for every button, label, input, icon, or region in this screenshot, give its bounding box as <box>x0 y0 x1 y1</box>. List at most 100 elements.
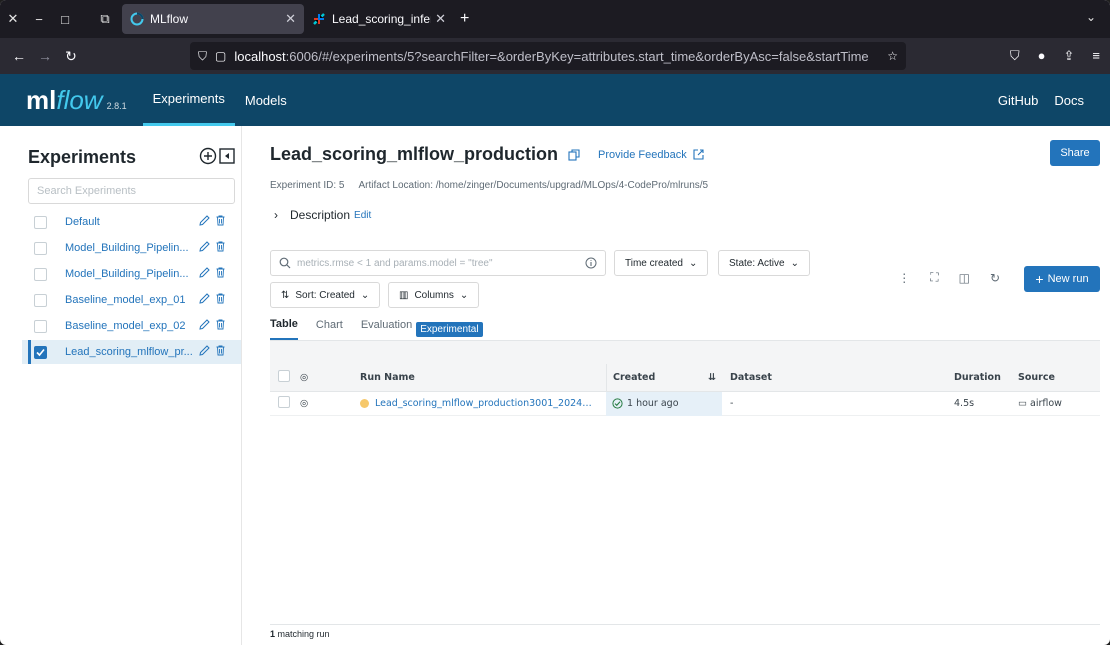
experiment-item-selected[interactable]: Lead_scoring_mlflow_pr... <box>22 340 241 364</box>
fullscreen-icon[interactable]: ⛶ <box>930 270 938 285</box>
tab-mlflow[interactable]: MLflow ✕ <box>122 4 304 34</box>
experiment-checkbox[interactable] <box>34 319 47 333</box>
experiment-checkbox-checked[interactable] <box>34 345 47 359</box>
select-all-checkbox[interactable] <box>278 370 290 382</box>
new-tab-icon[interactable]: + <box>460 10 469 28</box>
state-dropdown[interactable]: State: Active ⌄ <box>718 250 810 276</box>
share-page-icon[interactable]: ⇪ <box>1064 48 1075 64</box>
row-checkbox[interactable] <box>278 396 290 408</box>
col-source[interactable]: Source <box>1018 372 1100 383</box>
experiment-name[interactable]: Lead_scoring_mlflow_pr... <box>65 346 199 358</box>
experiment-name[interactable]: Model_Building_Pipelin... <box>65 268 199 280</box>
edit-pencil-icon[interactable] <box>199 319 210 333</box>
edit-pencil-icon[interactable] <box>199 267 210 281</box>
edit-description-link[interactable]: Edit <box>354 210 371 221</box>
delete-trash-icon[interactable] <box>216 293 225 307</box>
tab-table[interactable]: Table <box>270 318 298 340</box>
info-icon <box>585 257 597 269</box>
close-tab-icon[interactable]: ✕ <box>435 11 446 27</box>
experiment-checkbox[interactable] <box>34 215 47 229</box>
col-created[interactable]: Created ⇊ <box>606 363 722 392</box>
edit-pencil-icon[interactable] <box>199 293 210 307</box>
url-text[interactable]: localhost:6006/#/experiments/5?searchFil… <box>234 49 881 64</box>
tab-lead-scoring-inference[interactable]: Lead_scoring_inference ✕ <box>304 4 454 34</box>
forward-icon[interactable]: → <box>32 48 58 64</box>
experiment-checkbox[interactable] <box>34 241 47 255</box>
table-row[interactable]: ◎ Lead_scoring_mlflow_production3001_202… <box>270 391 1100 416</box>
description-toggle[interactable]: › Description Edit <box>274 208 371 222</box>
shield-icon[interactable]: ⛉ <box>198 49 207 64</box>
experiment-item[interactable]: Default <box>22 210 241 234</box>
maximize-window-icon[interactable]: □ <box>52 12 78 27</box>
sort-desc-icon[interactable]: ⇊ <box>708 372 716 383</box>
experiment-name[interactable]: Model_Building_Pipelin... <box>65 242 199 254</box>
edit-pencil-icon[interactable] <box>199 241 210 255</box>
experiment-item[interactable]: Model_Building_Pipelin... <box>22 236 241 260</box>
tab-evaluation[interactable]: Evaluation <box>361 319 412 339</box>
minimize-window-icon[interactable]: − <box>26 12 52 27</box>
share-button[interactable]: Share <box>1050 140 1100 166</box>
nav-experiments[interactable]: Experiments <box>142 74 235 126</box>
toggle-panel-icon[interactable]: ◫ <box>959 271 970 285</box>
more-options-icon[interactable]: ⋮ <box>898 271 910 285</box>
sort-dropdown[interactable]: ⇅ Sort: Created ⌄ <box>270 282 381 308</box>
experiment-name[interactable]: Baseline_model_exp_02 <box>65 320 199 332</box>
col-duration[interactable]: Duration <box>954 372 1018 383</box>
experiment-item[interactable]: Baseline_model_exp_01 <box>22 288 241 312</box>
edit-pencil-icon[interactable] <box>199 215 210 229</box>
browser-window: ✕ − □ ⧉ MLflow ✕ Lead_scoring_inference … <box>0 0 1110 645</box>
experiment-item[interactable]: Model_Building_Pipelin... <box>22 262 241 286</box>
eye-icon[interactable]: ◎ <box>300 398 360 409</box>
copy-icon[interactable] <box>568 148 580 161</box>
nav-docs[interactable]: Docs <box>1046 74 1092 126</box>
chevron-down-icon: ⌄ <box>688 257 698 269</box>
run-name-text: Lead_scoring_mlflow_production3001_2024_… <box>375 398 596 409</box>
delete-trash-icon[interactable] <box>216 319 225 333</box>
grid-group-header <box>270 340 1100 364</box>
bookmark-star-icon[interactable]: ☆ <box>887 49 898 63</box>
chevron-right-icon[interactable]: › <box>274 208 278 222</box>
back-icon[interactable]: ← <box>6 48 32 64</box>
col-created-label: Created <box>613 372 656 383</box>
tab-chart[interactable]: Chart <box>316 319 343 339</box>
provide-feedback-link[interactable]: Provide Feedback <box>598 149 704 161</box>
experiment-checkbox[interactable] <box>34 293 47 307</box>
new-run-button[interactable]: + New run <box>1024 266 1100 292</box>
reload-icon[interactable]: ↻ <box>58 48 84 65</box>
profile-icon[interactable]: ● <box>1038 48 1046 64</box>
col-run-name[interactable]: Run Name <box>360 372 606 383</box>
tab-list-icon[interactable]: ⧉ <box>92 11 118 27</box>
plus-icon: + <box>1035 271 1044 287</box>
runs-footer: 1 matching run <box>270 624 1100 639</box>
nav-github[interactable]: GitHub <box>990 74 1046 126</box>
columns-dropdown[interactable]: ▥ Columns ⌄ <box>388 282 480 308</box>
experiment-name[interactable]: Baseline_model_exp_01 <box>65 294 199 306</box>
delete-trash-icon[interactable] <box>216 215 225 229</box>
experiment-checkbox[interactable] <box>34 267 47 281</box>
run-filter-field[interactable] <box>270 250 606 276</box>
pocket-icon[interactable]: ⛉ <box>1010 48 1020 64</box>
mlflow-logo[interactable]: ml flow 2.8.1 <box>26 85 127 116</box>
close-window-icon[interactable]: ✕ <box>0 11 26 27</box>
external-link-icon <box>693 149 704 160</box>
run-filter-input[interactable] <box>297 257 585 269</box>
run-name-link[interactable]: Lead_scoring_mlflow_production3001_2024_… <box>360 398 606 409</box>
search-experiments-input[interactable] <box>28 178 235 204</box>
url-bar[interactable]: ⛉ ▢ localhost:6006/#/experiments/5?searc… <box>190 42 906 70</box>
close-tab-icon[interactable]: ✕ <box>285 11 296 27</box>
tab-overflow-icon[interactable]: ⌄ <box>1086 10 1096 24</box>
delete-trash-icon[interactable] <box>216 267 225 281</box>
delete-trash-icon[interactable] <box>216 345 225 359</box>
col-dataset[interactable]: Dataset <box>722 372 954 383</box>
add-experiment-icon[interactable] <box>199 147 217 168</box>
visibility-header-icon[interactable]: ◎ <box>300 372 360 383</box>
refresh-icon[interactable]: ↻ <box>990 271 1000 285</box>
delete-trash-icon[interactable] <box>216 241 225 255</box>
collapse-sidebar-icon[interactable] <box>219 147 235 167</box>
nav-models[interactable]: Models <box>235 74 297 126</box>
experiment-name[interactable]: Default <box>65 216 199 228</box>
time-created-dropdown[interactable]: Time created ⌄ <box>614 250 709 276</box>
experiment-item[interactable]: Baseline_model_exp_02 <box>22 314 241 338</box>
menu-icon[interactable]: ≡ <box>1092 48 1100 64</box>
edit-pencil-icon[interactable] <box>199 345 210 359</box>
